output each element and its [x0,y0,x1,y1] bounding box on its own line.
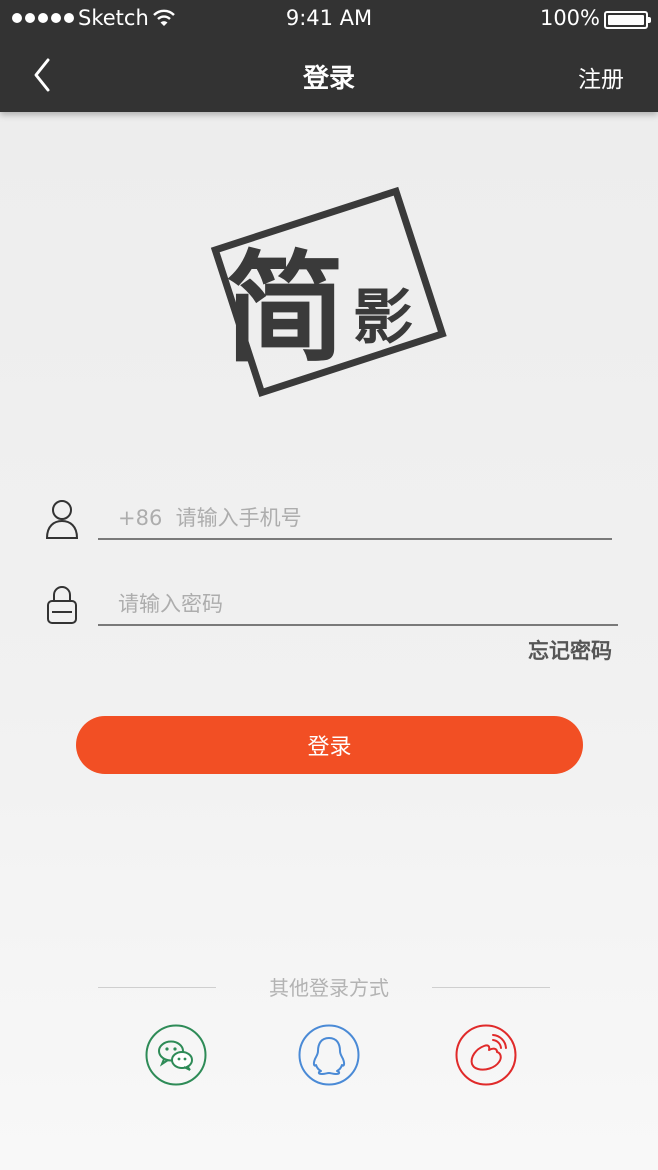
chevron-left-icon[interactable] [28,56,60,94]
lock-icon [47,586,77,624]
other-login-label: 其他登录方式 [269,976,389,1000]
wechat-icon [145,1024,207,1086]
app-logo: 简 影 [210,186,447,398]
battery-percentage: 100% [539,6,600,30]
other-login-divider: 其他登录方式 [0,970,658,1000]
register-button[interactable]: 注册 [578,60,624,94]
qq-icon [298,1024,360,1086]
user-icon [45,500,79,539]
weibo-icon [455,1024,517,1086]
battery-icon [604,11,651,29]
logo-text-big: 简 [225,240,345,379]
wechat-login-button[interactable] [145,1024,207,1086]
status-bar: Sketch 9:41 AM 100% [0,0,658,40]
qq-login-button[interactable] [298,1024,360,1086]
divider-right [432,987,550,988]
password-input[interactable] [98,590,618,626]
phone-input[interactable] [98,504,612,540]
weibo-login-button[interactable] [455,1024,517,1086]
top-bar: Sketch 9:41 AM 100% 登录 注册 [0,0,658,112]
login-button[interactable]: 登录 [76,716,583,774]
logo-text-small: 影 [353,283,413,353]
page-title: 登录 [302,64,355,94]
forgot-password-link[interactable]: 忘记密码 [528,635,612,665]
